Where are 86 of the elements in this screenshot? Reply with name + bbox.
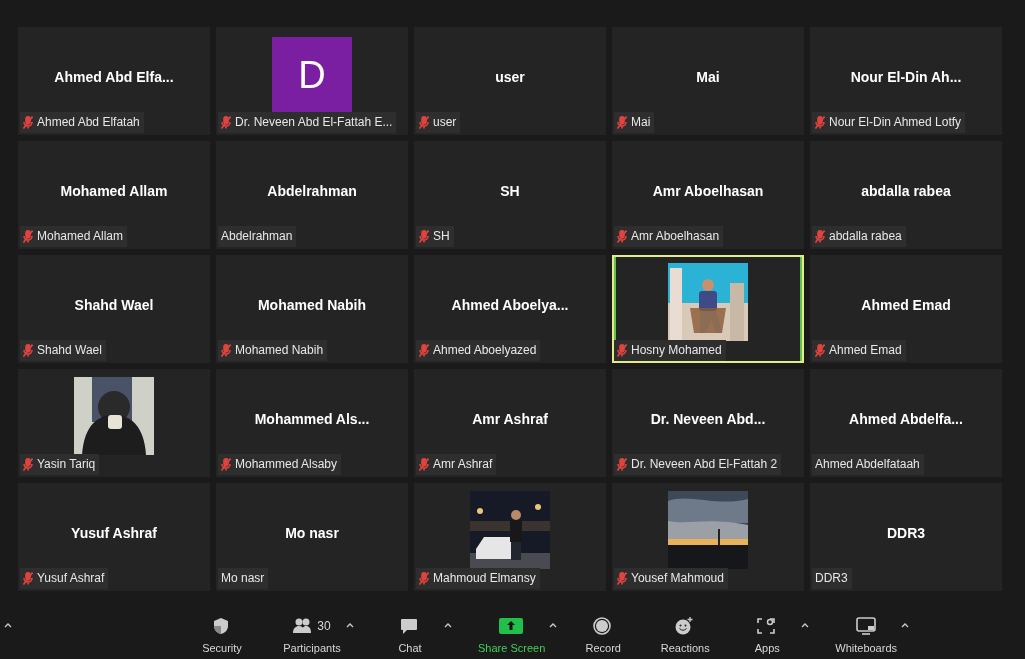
video-tile[interactable]: Ahmed Abd Elfa... Ahmed Abd Elfatah	[18, 27, 210, 135]
video-tile[interactable]: Shahd Wael Shahd Wael	[18, 255, 210, 363]
avatar: D	[272, 37, 352, 113]
participant-name: Yousef Mahmoud	[631, 570, 724, 587]
display-name: Mo nasr	[285, 523, 339, 543]
apps-icon	[757, 616, 778, 636]
display-name: Ahmed Abdelfa...	[849, 409, 963, 429]
participant-name: Mohammed Alsaby	[235, 456, 338, 473]
display-name: DDR3	[886, 523, 926, 543]
toolbar-button[interactable]: Security	[192, 616, 252, 656]
video-tile[interactable]: Nour El-Din Ah... Nour El-Din Ahmed Lotfy	[810, 27, 1002, 135]
participant-name: Mahmoud Elmansy	[433, 570, 536, 587]
participant-name: SH	[433, 228, 450, 245]
display-name: Mohammed Als...	[254, 409, 370, 429]
display-name: Yusuf Ashraf	[71, 523, 157, 543]
participant-name: Ahmed Emad	[829, 342, 902, 359]
participant-name: Shahd Wael	[37, 342, 102, 359]
display-name: Dr. Neveen Abd...	[650, 409, 766, 429]
video-tile[interactable]: Amr Aboelhasan Amr Aboelhasan	[612, 141, 804, 249]
chat-bubble-icon	[400, 616, 420, 636]
display-name: Nour El-Din Ah...	[850, 67, 962, 87]
display-name: Amr Ashraf	[472, 409, 548, 429]
display-name: Abdelrahman	[267, 181, 357, 201]
display-name: Amr Aboelhasan	[652, 181, 764, 201]
toolbar-button[interactable]: Chat	[380, 616, 440, 656]
video-tile[interactable]: SH SH	[414, 141, 606, 249]
display-name: Mohamed Allam	[60, 181, 168, 201]
toolbar-button[interactable]: 30 Participants	[282, 616, 342, 656]
toolbar-button[interactable]: Apps	[737, 616, 798, 656]
video-tile[interactable]: user user	[414, 27, 606, 135]
video-tile[interactable]: Abdelrahman Abdelrahman	[216, 141, 408, 249]
video-tile[interactable]: Mohammed Als... Mohammed Alsaby	[216, 369, 408, 477]
participant-count: 30	[317, 617, 331, 635]
video-tile[interactable]: Mai Mai	[612, 27, 804, 135]
participant-name: Amr Ashraf	[433, 456, 493, 473]
participant-name: user	[433, 114, 457, 131]
participant-name: Mo nasr	[221, 570, 265, 587]
participant-name: Yusuf Ashraf	[37, 570, 105, 587]
participant-name: DDR3	[815, 570, 848, 587]
display-name: Ahmed Aboelya...	[451, 295, 569, 315]
participant-name: Mohamed Nabih	[235, 342, 324, 359]
video-tile[interactable]: Yusuf Ashraf Yusuf Ashraf	[18, 483, 210, 591]
toolbar-button[interactable]: Share Screen	[478, 616, 546, 656]
video-tile[interactable]: D Dr. Neveen Abd El-Fattah E...	[216, 27, 408, 135]
display-name: Mai	[696, 67, 720, 87]
video-tile[interactable]: Yousef Mahmoud	[612, 483, 804, 591]
video-tile[interactable]: Ahmed Abdelfa... Ahmed Abdelfataah	[810, 369, 1002, 477]
display-name: abdalla rabea	[861, 181, 951, 201]
display-name: Shahd Wael	[74, 295, 154, 315]
video-tile[interactable]: Dr. Neveen Abd... Dr. Neveen Abd El-Fattah 2	[612, 369, 804, 477]
participant-name: Nour El-Din Ahmed Lotfy	[829, 114, 962, 131]
video-tile[interactable]: Hosny Mohamed	[612, 255, 804, 363]
video-tile[interactable]: Amr Ashraf Amr Ashraf	[414, 369, 606, 477]
toolbar-button[interactable]: Record	[573, 616, 634, 656]
display-name: SH	[500, 181, 520, 201]
video-tile[interactable]: abdalla rabea abdalla rabea	[810, 141, 1002, 249]
participant-name: Ahmed Abd Elfatah	[37, 114, 140, 131]
display-name: Mohamed Nabih	[257, 295, 367, 315]
participant-name: Mohamed Allam	[37, 228, 124, 245]
whiteboard-icon	[856, 616, 877, 636]
participant-name: Amr Aboelhasan	[631, 228, 720, 245]
display-name: Ahmed Abd Elfa...	[54, 67, 174, 87]
participant-name: Dr. Neveen Abd El-Fattah 2	[631, 456, 778, 473]
toolbar-button[interactable]: Reactions	[655, 616, 716, 656]
video-tile[interactable]: Yasin Tariq	[18, 369, 210, 477]
video-tile[interactable]: Mo nasr Mo nasr	[216, 483, 408, 591]
participant-name: Hosny Mohamed	[631, 342, 722, 359]
video-tile[interactable]: Mahmoud Elmansy	[414, 483, 606, 591]
participant-name: Dr. Neveen Abd El-Fattah E...	[235, 114, 393, 131]
video-tile[interactable]: Ahmed Emad Ahmed Emad	[810, 255, 1002, 363]
video-tile[interactable]: Mohamed Nabih Mohamed Nabih	[216, 255, 408, 363]
participant-name: Mai	[631, 114, 651, 131]
smiley-icon	[675, 616, 696, 636]
participant-name: Ahmed Abdelfataah	[815, 456, 920, 473]
participant-name: Yasin Tariq	[37, 456, 96, 473]
toolbar-button[interactable]: Whiteboards	[835, 616, 898, 656]
video-tile[interactable]: DDR3 DDR3	[810, 483, 1002, 591]
participant-name: Ahmed Aboelyazed	[433, 342, 537, 359]
video-tile[interactable]: Mohamed Allam Mohamed Allam	[18, 141, 210, 249]
display-name: Ahmed Emad	[861, 295, 951, 315]
people-icon	[293, 616, 314, 636]
participant-name: abdalla rabea	[829, 228, 902, 245]
video-tile[interactable]: Ahmed Aboelya... Ahmed Aboelyazed	[414, 255, 606, 363]
display-name: user	[495, 67, 525, 87]
record-icon	[593, 616, 614, 636]
participant-name: Abdelrahman	[221, 228, 293, 245]
